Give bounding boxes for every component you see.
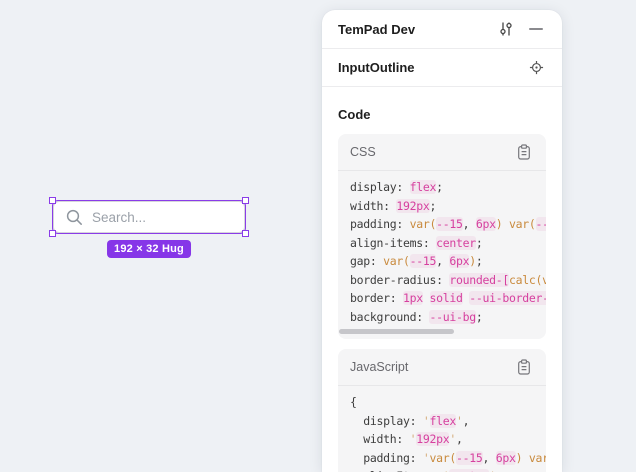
sliders-icon: [498, 21, 514, 37]
javascript-code-block: JavaScript { display: 'flex', width: '19…: [338, 349, 546, 472]
css-code-block-header: CSS: [338, 134, 546, 171]
size-badge: 192 × 32 Hug: [107, 240, 191, 258]
css-code-hscrollbar: [338, 326, 546, 339]
minus-icon: [529, 22, 543, 36]
javascript-code[interactable]: { display: 'flex', width: '192px', paddi…: [338, 386, 546, 472]
design-canvas[interactable]: Search... 192 × 32 Hug TemPad Dev: [0, 0, 636, 472]
locate-node-button[interactable]: [524, 56, 548, 80]
copy-css-button[interactable]: [512, 140, 536, 164]
search-input[interactable]: Search...: [53, 201, 245, 233]
css-code[interactable]: display: flex;width: 192px;padding: var(…: [338, 171, 546, 326]
search-icon: [66, 209, 83, 226]
javascript-code-block-header: JavaScript: [338, 349, 546, 386]
panel-title: TemPad Dev: [338, 22, 494, 37]
css-code-hscrollbar-thumb[interactable]: [339, 329, 454, 334]
panel-header: TemPad Dev: [322, 10, 562, 49]
crosshair-icon: [529, 60, 544, 75]
clipboard-icon: [517, 359, 531, 375]
search-placeholder: Search...: [92, 210, 146, 225]
clipboard-icon: [517, 144, 531, 160]
css-code-block-label: CSS: [350, 145, 512, 159]
code-section-title: Code: [338, 107, 546, 122]
code-section: Code CSS display: flex;width: 192px;padd…: [322, 87, 562, 472]
tempad-dev-panel: TemPad Dev InputOutline: [322, 10, 562, 472]
minimize-button[interactable]: [524, 17, 548, 41]
settings-button[interactable]: [494, 17, 518, 41]
copy-javascript-button[interactable]: [512, 355, 536, 379]
selected-node-name: InputOutline: [338, 60, 524, 75]
javascript-code-block-label: JavaScript: [350, 360, 512, 374]
search-input-component[interactable]: Search... 192 × 32 Hug: [53, 201, 245, 233]
selected-node-row: InputOutline: [322, 49, 562, 87]
css-code-block: CSS display: flex;width: 192px;padding: …: [338, 134, 546, 339]
